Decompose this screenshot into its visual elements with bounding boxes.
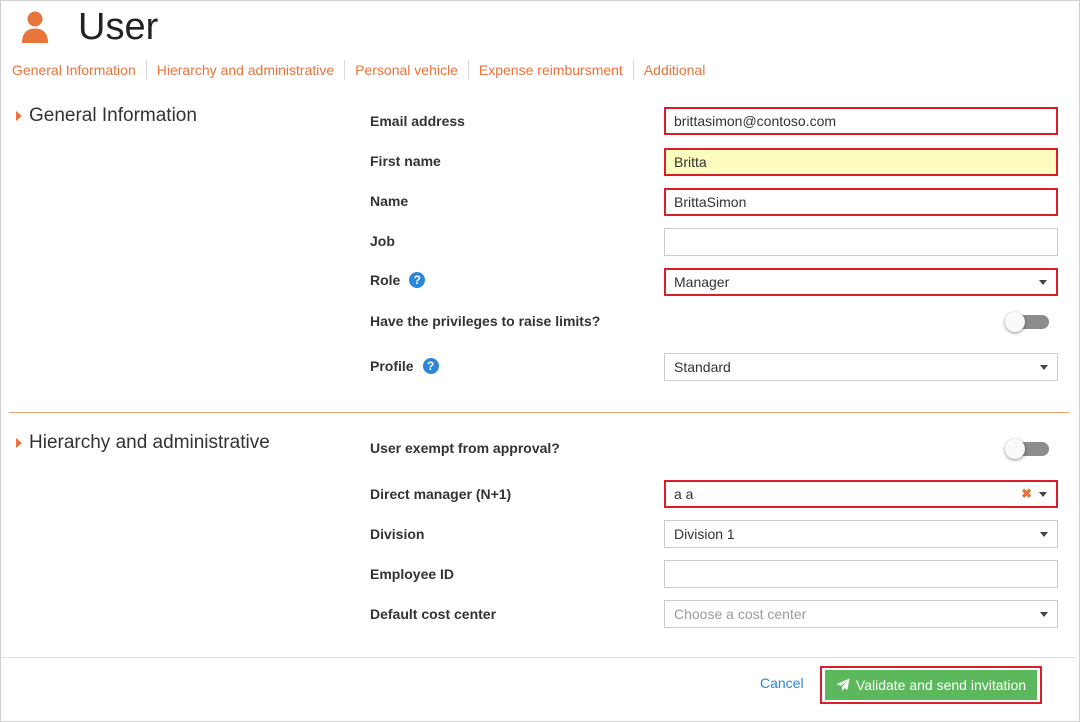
section-general-information-title[interactable]: General Information bbox=[16, 105, 197, 127]
exempt-label: User exempt from approval? bbox=[370, 440, 560, 456]
caret-right-icon bbox=[16, 111, 22, 121]
role-value: Manager bbox=[674, 274, 729, 290]
first-name-label: First name bbox=[370, 153, 441, 169]
division-value: Division 1 bbox=[674, 526, 735, 542]
chevron-down-icon bbox=[1040, 612, 1048, 617]
employee-id-field[interactable] bbox=[664, 560, 1058, 588]
email-label: Email address bbox=[370, 113, 465, 129]
section-general-information-label: General Information bbox=[29, 105, 197, 127]
profile-select[interactable]: Standard bbox=[664, 353, 1058, 381]
role-label-row: Role ? bbox=[370, 272, 425, 288]
privileges-label: Have the privileges to raise limits? bbox=[370, 313, 600, 329]
profile-value: Standard bbox=[674, 359, 731, 375]
profile-label-row: Profile ? bbox=[370, 358, 439, 374]
profile-help-icon[interactable]: ? bbox=[423, 358, 439, 374]
name-field[interactable]: BrittaSimon bbox=[664, 188, 1058, 216]
chevron-down-icon bbox=[1039, 280, 1047, 285]
cost-center-select[interactable]: Choose a cost center bbox=[664, 600, 1058, 628]
toggle-knob bbox=[1005, 312, 1025, 332]
page-title: User bbox=[78, 4, 158, 50]
tab-expense-reimbursment[interactable]: Expense reimbursment bbox=[468, 60, 633, 80]
chevron-down-icon bbox=[1039, 492, 1047, 497]
chevron-down-icon bbox=[1040, 532, 1048, 537]
manager-value: a a bbox=[674, 486, 693, 502]
name-label: Name bbox=[370, 193, 408, 209]
section-tabs: General Information Hierarchy and admini… bbox=[0, 60, 715, 80]
email-value: brittasimon@contoso.com bbox=[674, 113, 836, 129]
job-field[interactable] bbox=[664, 228, 1058, 256]
section-hierarchy-title[interactable]: Hierarchy and administrative bbox=[16, 432, 270, 454]
tab-additional[interactable]: Additional bbox=[633, 60, 716, 80]
manager-label: Direct manager (N+1) bbox=[370, 486, 511, 502]
clear-icon[interactable]: ✖ bbox=[1021, 486, 1032, 502]
paper-plane-icon bbox=[836, 678, 850, 692]
tab-personal-vehicle[interactable]: Personal vehicle bbox=[344, 60, 468, 80]
caret-right-icon bbox=[16, 438, 22, 448]
section-divider bbox=[9, 412, 1069, 413]
name-value: BrittaSimon bbox=[674, 194, 746, 210]
validate-send-invitation-button[interactable]: Validate and send invitation bbox=[825, 670, 1037, 700]
tab-general-information[interactable]: General Information bbox=[0, 60, 146, 80]
first-name-value: Britta bbox=[674, 154, 707, 170]
role-help-icon[interactable]: ? bbox=[409, 272, 425, 288]
email-field[interactable]: brittasimon@contoso.com bbox=[664, 107, 1058, 135]
tab-hierarchy-and-administrative[interactable]: Hierarchy and administrative bbox=[146, 60, 344, 80]
cost-center-placeholder: Choose a cost center bbox=[674, 606, 806, 622]
profile-label: Profile bbox=[370, 358, 414, 374]
division-select[interactable]: Division 1 bbox=[664, 520, 1058, 548]
user-icon bbox=[20, 10, 50, 44]
role-label: Role bbox=[370, 272, 400, 288]
division-label: Division bbox=[370, 526, 424, 542]
cancel-button[interactable]: Cancel bbox=[760, 675, 804, 691]
validate-button-label: Validate and send invitation bbox=[856, 677, 1026, 693]
toggle-knob bbox=[1005, 439, 1025, 459]
cost-center-label: Default cost center bbox=[370, 606, 496, 622]
job-label: Job bbox=[370, 233, 395, 249]
employee-id-label: Employee ID bbox=[370, 566, 454, 582]
role-select[interactable]: Manager bbox=[664, 268, 1058, 296]
footer-divider bbox=[1, 657, 1077, 658]
first-name-field[interactable]: Britta bbox=[664, 148, 1058, 176]
chevron-down-icon bbox=[1040, 365, 1048, 370]
privileges-toggle[interactable] bbox=[1005, 313, 1049, 331]
exempt-toggle[interactable] bbox=[1005, 440, 1049, 458]
section-hierarchy-label: Hierarchy and administrative bbox=[29, 432, 270, 454]
manager-select[interactable]: a a ✖ bbox=[664, 480, 1058, 508]
